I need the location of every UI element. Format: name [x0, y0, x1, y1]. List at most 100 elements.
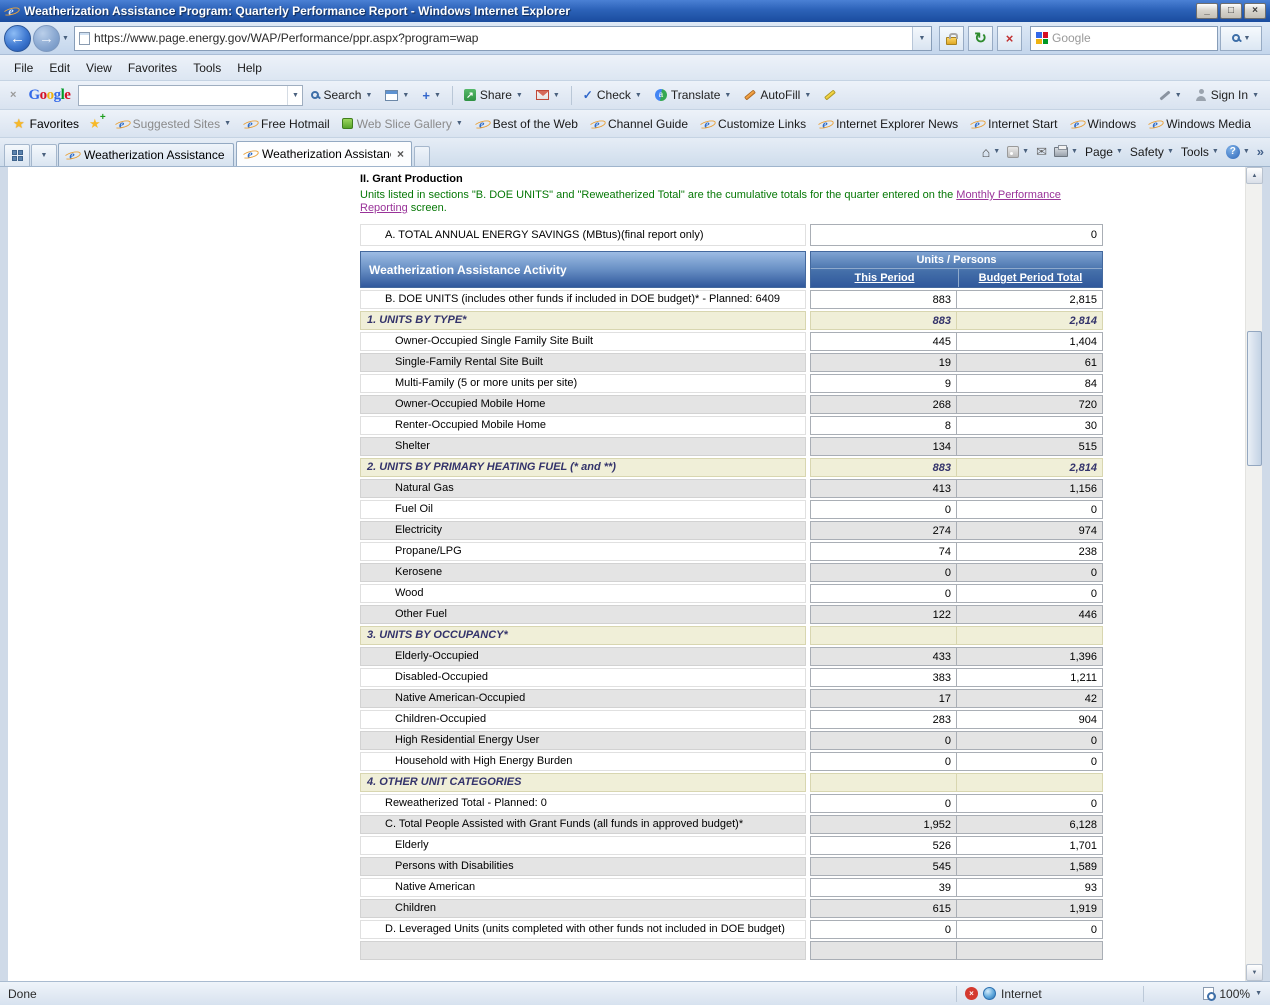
menu-edit[interactable]: Edit	[41, 57, 78, 79]
scroll-up-button[interactable]: ▲	[1246, 167, 1263, 184]
new-tab-button[interactable]	[414, 146, 430, 166]
this-period-value: 445	[810, 332, 957, 351]
help-button[interactable]: ? ▼	[1226, 145, 1250, 159]
refresh-button[interactable]: ↻	[968, 26, 993, 51]
pencil-icon	[744, 90, 756, 101]
row-label	[360, 941, 806, 960]
share-button[interactable]: ↗ Share ▼	[459, 85, 528, 105]
home-button[interactable]: ⌂ ▼	[982, 145, 1000, 159]
address-dropdown[interactable]: ▼	[912, 27, 931, 50]
budget-total-value: 0	[957, 731, 1103, 750]
read-mail-button[interactable]: ✉	[1036, 145, 1047, 158]
google-search-button[interactable]: Search ▼	[306, 85, 377, 105]
google-logo: Google	[23, 87, 75, 104]
vertical-scrollbar[interactable]: ▲ ▼	[1245, 167, 1262, 981]
this-period-value: 134	[810, 437, 957, 456]
toolbar-overflow-chevron[interactable]: »	[1257, 144, 1264, 159]
scrollbar-thumb[interactable]	[1247, 331, 1262, 466]
add-favorite-button[interactable]: ★	[87, 113, 109, 135]
close-tab-icon[interactable]: ×	[396, 147, 405, 161]
toolbar-separator	[452, 86, 453, 105]
favorites-link[interactable]: eWindows Media	[1142, 114, 1257, 134]
favorites-link[interactable]: eBest of the Web	[469, 114, 584, 134]
mail-button[interactable]: ▼	[531, 87, 565, 103]
favorites-link[interactable]: eFree Hotmail	[237, 114, 336, 134]
rss-icon	[1007, 146, 1019, 158]
scroll-down-button[interactable]: ▼	[1246, 964, 1263, 981]
add-button[interactable]: + ▼	[417, 86, 446, 105]
search-button[interactable]: ▼	[1220, 26, 1262, 51]
status-bar: Done × Internet 100% ▼	[0, 981, 1270, 1005]
security-zone-panel: × Internet	[965, 987, 1135, 1001]
quick-tabs-button[interactable]	[4, 144, 30, 166]
minimize-button[interactable]: _	[1196, 3, 1218, 19]
menu-favorites[interactable]: Favorites	[120, 57, 185, 79]
gadgets-button[interactable]: ▼	[380, 87, 414, 104]
toolbar-options-button[interactable]: ▼	[1154, 89, 1187, 102]
activity-column-header: Weatherization Assistance Activity	[360, 251, 806, 288]
safety-menu-button[interactable]: Safety ▼	[1130, 145, 1174, 159]
recent-pages-dropdown[interactable]: ▼	[62, 35, 69, 42]
tools-menu-label: Tools	[1181, 145, 1209, 159]
page-menu-button[interactable]: Page ▼	[1085, 145, 1123, 159]
favorites-button[interactable]: ★ Favorites	[5, 113, 87, 135]
address-bar[interactable]: https://www.page.energy.gov/WAP/Performa…	[74, 26, 932, 51]
security-report-button[interactable]	[939, 26, 964, 51]
google-toolbar-search-input[interactable]: ▼	[78, 85, 303, 106]
close-toolbar-icon[interactable]: ×	[6, 89, 20, 101]
this-period-value: 883	[810, 290, 957, 309]
this-period-column-header[interactable]: This Period	[811, 269, 958, 287]
sign-in-button[interactable]: Sign In ▼	[1190, 85, 1264, 105]
favorites-link[interactable]: eInternet Start	[964, 114, 1063, 134]
search-box[interactable]	[1030, 26, 1218, 51]
feeds-button[interactable]: ▼	[1007, 146, 1029, 158]
favorites-link[interactable]: eWindows	[1064, 114, 1143, 134]
chevron-down-icon: ▼	[993, 148, 1000, 155]
translate-label: Translate	[671, 88, 721, 102]
budget-total-value: 0	[957, 563, 1103, 582]
budget-period-total-column-header[interactable]: Budget Period Total	[958, 269, 1102, 287]
search-input[interactable]	[1052, 31, 1212, 45]
print-button[interactable]: ▼	[1054, 147, 1078, 157]
menu-help[interactable]: Help	[229, 57, 270, 79]
page-error-icon[interactable]: ×	[965, 987, 978, 1000]
spellcheck-button[interactable]: ✓ Check ▼	[578, 85, 647, 105]
autofill-button[interactable]: AutoFill ▼	[739, 85, 816, 105]
tab-1[interactable]: e Weatherization Assistance P...	[58, 143, 234, 166]
quick-tabs-icon	[12, 150, 23, 161]
favorites-link[interactable]: Web Slice Gallery▼	[336, 114, 469, 134]
menu-bar: FileEditViewFavoritesToolsHelp	[0, 55, 1270, 81]
menu-view[interactable]: View	[78, 57, 120, 79]
this-period-value: 413	[810, 479, 957, 498]
table-row: Fuel Oil00	[360, 500, 1108, 519]
back-button[interactable]: ←	[4, 25, 31, 52]
translate-button[interactable]: a Translate ▼	[650, 85, 737, 105]
budget-total-value: 2,814	[957, 311, 1103, 330]
favorites-link[interactable]: eSuggested Sites▼	[109, 114, 237, 134]
row-label: D. Leveraged Units (units completed with…	[360, 920, 806, 939]
stop-button[interactable]: ×	[997, 26, 1022, 51]
search-history-dropdown[interactable]: ▼	[287, 86, 302, 105]
favorites-link[interactable]: eInternet Explorer News	[812, 114, 964, 134]
budget-total-value: 1,211	[957, 668, 1103, 687]
favorites-link[interactable]: eChannel Guide	[584, 114, 694, 134]
highlight-button[interactable]	[819, 90, 841, 100]
search-icon	[1232, 34, 1240, 42]
note-text-2: screen.	[408, 202, 447, 214]
favorites-link[interactable]: eCustomize Links	[694, 114, 812, 134]
table-row: Shelter134515	[360, 437, 1108, 456]
zoom-control[interactable]: 100% ▼	[1152, 987, 1262, 1001]
tab-list-button[interactable]: ▼	[31, 144, 57, 166]
budget-total-value: 6,128	[957, 815, 1103, 834]
url-text[interactable]: https://www.page.energy.gov/WAP/Performa…	[94, 31, 908, 45]
close-button[interactable]: ×	[1244, 3, 1266, 19]
lock-icon	[946, 37, 957, 45]
forward-button[interactable]: →	[33, 25, 60, 52]
tools-menu-button[interactable]: Tools ▼	[1181, 145, 1219, 159]
row-label: Single-Family Rental Site Built	[360, 353, 806, 372]
maximize-button[interactable]: □	[1220, 3, 1242, 19]
menu-file[interactable]: File	[6, 57, 41, 79]
menu-tools[interactable]: Tools	[185, 57, 229, 79]
tab-2[interactable]: e Weatherization Assistanc... ×	[236, 141, 412, 166]
window-controls: _ □ ×	[1196, 3, 1266, 19]
